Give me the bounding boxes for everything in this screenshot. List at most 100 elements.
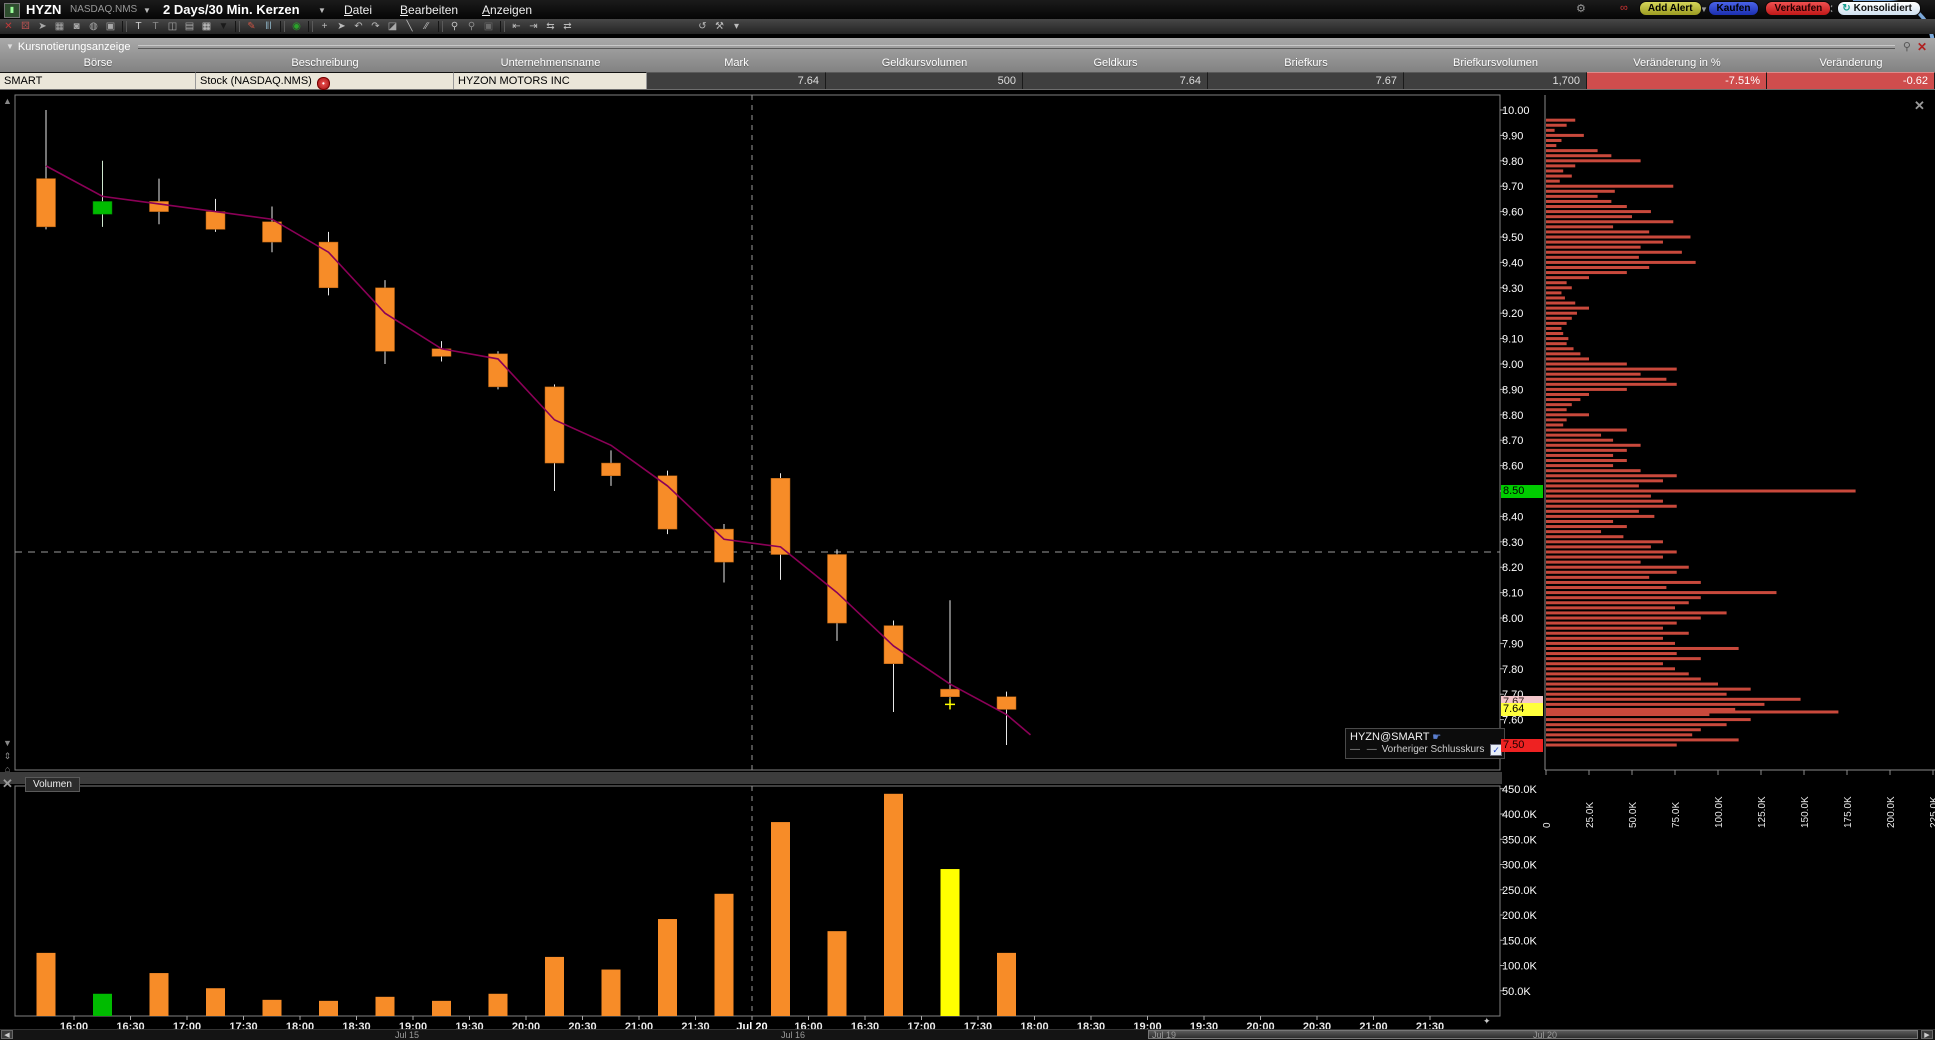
redo-icon[interactable]: ↷: [367, 20, 384, 33]
symbol-dropdown-icon[interactable]: ▼: [143, 6, 151, 15]
cell-geldkurs[interactable]: 7.64: [1023, 72, 1208, 89]
col-mark[interactable]: Mark: [647, 55, 826, 72]
text-small-icon[interactable]: T: [147, 20, 164, 33]
volume-profile-bar: [1546, 733, 1692, 736]
zoom-box-icon[interactable]: ▣: [480, 20, 497, 33]
pan-left-icon[interactable]: ⇥: [525, 20, 542, 33]
zoom-in-icon[interactable]: ⚲: [446, 20, 463, 33]
menu-bearbeiten[interactable]: Bearbeiten: [400, 3, 458, 17]
volume-pane-label[interactable]: Volumen: [25, 777, 80, 792]
volume-profile-bar: [1546, 677, 1701, 680]
col-briefkursvolumen[interactable]: Briefkursvolumen: [1404, 55, 1587, 72]
time-range-scrollbar[interactable]: ◀ ▶ Jul 15Jul 16Jul 19Jul 20: [0, 1029, 1935, 1040]
undo-icon[interactable]: ↶: [350, 20, 367, 33]
snapshot-icon[interactable]: ▣: [102, 20, 119, 33]
col-boerse[interactable]: Börse: [0, 55, 196, 72]
pencil-icon[interactable]: ✎: [243, 20, 260, 33]
cell-unternehmensname[interactable]: HYZON MOTORS INC: [454, 72, 647, 89]
grid-icon[interactable]: ▦: [51, 20, 68, 33]
col-geldkurs[interactable]: Geldkurs: [1023, 55, 1208, 72]
buy-button[interactable]: Kaufen: [1708, 1, 1760, 16]
col-beschreibung[interactable]: Beschreibung: [196, 55, 454, 72]
crosshair-icon[interactable]: +: [316, 20, 333, 33]
cell-boerse[interactable]: SMART: [0, 72, 196, 89]
area-chart-icon[interactable]: ▤: [181, 20, 198, 33]
cell-briefkurs[interactable]: 7.67: [1208, 72, 1404, 89]
chart-legend[interactable]: HYZN@SMART ☛ — — Vorheriger Schlusskurs …: [1345, 728, 1505, 759]
cash-icon[interactable]: ◉: [288, 20, 305, 33]
collapse-icon[interactable]: ▼: [6, 42, 14, 51]
volume-profile-bar: [1546, 611, 1727, 614]
panel-close-icon[interactable]: ✕: [1917, 40, 1927, 54]
cell-veraenderung[interactable]: -0.62: [1767, 72, 1935, 89]
col-briefkurs[interactable]: Briefkurs: [1208, 55, 1404, 72]
col-veraenderung[interactable]: Veränderung: [1767, 55, 1935, 72]
trendline-icon[interactable]: ╲: [401, 20, 418, 33]
volume-tick-label: 400.0K: [1502, 809, 1538, 821]
wrench-icon[interactable]: ⚒: [711, 20, 728, 33]
cell-beschreibung[interactable]: Stock (NASDAQ.NMS)•: [196, 72, 454, 89]
volume-profile-bar: [1546, 363, 1627, 366]
volume-profile-bar: [1546, 154, 1611, 157]
quote-row[interactable]: SMART Stock (NASDAQ.NMS)• HYZON MOTORS I…: [0, 72, 1935, 89]
cell-geldkursvolumen[interactable]: 500: [826, 72, 1023, 89]
home-view-icon[interactable]: ⌂: [2, 764, 13, 774]
volume-bar: [545, 957, 564, 1016]
close-icon[interactable]: ✕: [0, 20, 17, 33]
quote-panel-header: ▼ Kursnotierungsanzeige ⚲ ✕: [0, 38, 1935, 55]
col-geldkursvolumen[interactable]: Geldkursvolumen: [826, 55, 1023, 72]
reload-icon[interactable]: ↺: [694, 20, 711, 33]
consolidated-button[interactable]: ↻Konsolidiert: [1837, 1, 1921, 16]
cell-briefkursvolumen[interactable]: 1,700: [1404, 72, 1587, 89]
volume-tick-label: 200.0K: [1502, 910, 1538, 922]
layout-grid-icon[interactable]: ▦: [198, 20, 215, 33]
profile-tick-label: 0: [1542, 822, 1553, 828]
pane-splitter: [0, 772, 1502, 784]
histogram-icon[interactable]: ǁǀ: [260, 20, 277, 33]
link-icon[interactable]: ∞: [1620, 2, 1628, 14]
settings-gear-icon[interactable]: ⚙: [1576, 2, 1586, 15]
profile-panel-close-icon[interactable]: ✕: [1914, 98, 1925, 114]
menu-anzeigen[interactable]: Anzeigen: [482, 3, 532, 17]
paint-bucket-icon[interactable]: ◙: [68, 20, 85, 33]
channel-icon[interactable]: ∕∕: [418, 20, 435, 33]
scroll-down-icon[interactable]: ▼: [2, 738, 13, 748]
zoom-out-icon[interactable]: ⚲: [463, 20, 480, 33]
tools-dropdown-icon[interactable]: ▾: [728, 20, 745, 33]
insert-chart-icon[interactable]: ◪: [384, 20, 401, 33]
add-alert-button[interactable]: Add Alert: [1639, 1, 1702, 16]
chart-canvas[interactable]: 10.009.909.809.709.609.509.409.309.209.1…: [0, 90, 1935, 1039]
timeframe-dropdown-icon[interactable]: ▼: [318, 6, 326, 15]
expand-pane-icon[interactable]: ⇕: [2, 751, 13, 762]
pan-swap-icon[interactable]: ⇆: [542, 20, 559, 33]
pointer-icon[interactable]: ➤: [34, 20, 51, 33]
candle-chart-icon[interactable]: ◫: [164, 20, 181, 33]
text-large-icon[interactable]: T: [130, 20, 147, 33]
cell-veraenderung-pct[interactable]: -7.51%: [1587, 72, 1767, 89]
globe-icon[interactable]: ◍: [85, 20, 102, 33]
volume-tick-label: 450.0K: [1502, 784, 1538, 796]
panel-pin-icon[interactable]: ⚲: [1903, 40, 1911, 53]
volume-profile-bar: [1546, 337, 1568, 340]
symbol-label[interactable]: HYZN: [26, 2, 61, 17]
chart-region: 10.009.909.809.709.609.509.409.309.209.1…: [0, 90, 1935, 1039]
cell-mark[interactable]: 7.64: [647, 72, 826, 89]
sell-button[interactable]: Verkaufen: [1765, 1, 1831, 16]
pan-end-icon[interactable]: ⇄: [559, 20, 576, 33]
timeframe-label[interactable]: 2 Days/30 Min. Kerzen: [163, 2, 300, 17]
pan-start-icon[interactable]: ⇤: [508, 20, 525, 33]
price-tick-label: 8.10: [1502, 588, 1523, 600]
menu-datei[interactable]: Datei: [344, 3, 372, 17]
col-veraenderung-pct[interactable]: Veränderung in %: [1587, 55, 1767, 72]
scrollbar-left-arrow-icon[interactable]: ◀: [1, 1030, 13, 1039]
dice-icon[interactable]: ⚄: [17, 20, 34, 33]
cursor-icon[interactable]: ➤: [333, 20, 350, 33]
chart-type-dropdown-icon[interactable]: ▼: [215, 20, 232, 33]
volume-profile-bar: [1546, 672, 1689, 675]
scrollbar-right-arrow-icon[interactable]: ▶: [1921, 1030, 1933, 1039]
col-unternehmensname[interactable]: Unternehmensname: [454, 55, 647, 72]
profile-tick-label: 225.0K: [1929, 796, 1935, 828]
scroll-up-icon[interactable]: ▲: [2, 96, 13, 106]
volume-pane-close-icon[interactable]: ✕: [2, 776, 13, 792]
volume-profile-bar: [1546, 632, 1689, 635]
